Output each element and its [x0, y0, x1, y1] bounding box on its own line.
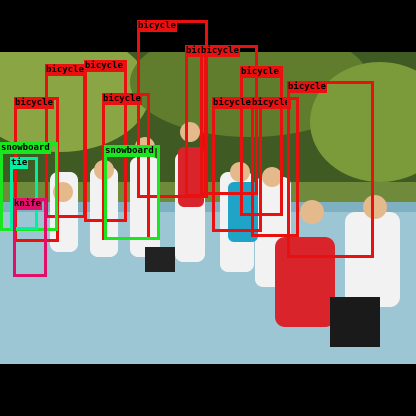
detection-label: snowboard — [0, 142, 51, 154]
detection-box-bicycle — [287, 81, 374, 258]
detection-label: knife — [13, 198, 43, 210]
detection-label: bicycle — [102, 93, 142, 105]
detection-label: bicycle — [137, 20, 177, 32]
detection-label: bicycle — [212, 97, 252, 109]
detection-label: bicycle — [240, 66, 280, 78]
detection-label: bicycle — [200, 45, 240, 57]
detection-label: bicycle — [251, 97, 291, 109]
detection-overlay: bicycle bicycle bicycle bicycle bicycle bicyc… — [0, 0, 416, 416]
detection-label: bicycle — [45, 64, 85, 76]
detection-label: snowboard — [104, 145, 155, 157]
detection-image: bicycle bicycle bicycle bicycle bicycle bicyc… — [0, 0, 416, 416]
detection-label: tie — [10, 157, 29, 169]
detection-box-snowboard — [104, 145, 160, 240]
detection-label: bicycle — [287, 81, 327, 93]
detection-label: bicycle — [14, 97, 54, 109]
detection-label: bicycle — [84, 60, 124, 72]
